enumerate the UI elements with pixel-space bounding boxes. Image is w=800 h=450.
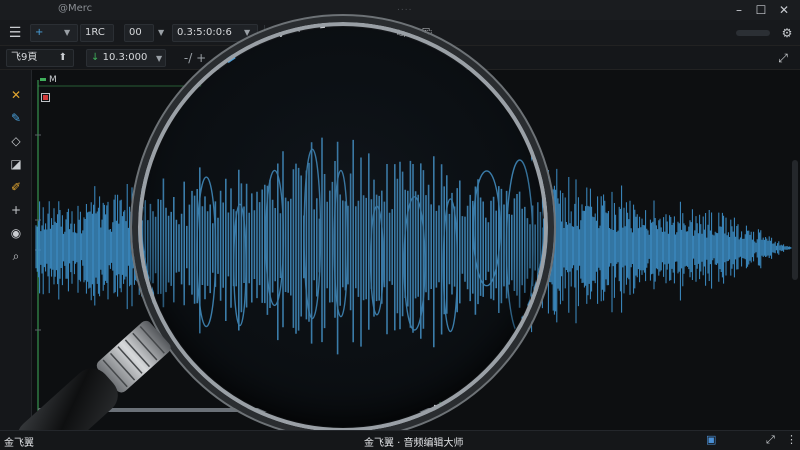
paste-icon[interactable]: ⎘: [418, 24, 436, 42]
maximize-button[interactable]: ☐: [752, 2, 770, 18]
copy-icon[interactable]: ⧉: [392, 24, 410, 42]
cursor-tool-label: +: [35, 27, 44, 38]
waveform-editor[interactable]: M: [32, 70, 800, 430]
close-button[interactable]: ✕: [775, 2, 793, 18]
tool-rail: ✕ ✎ ◇ ◪ ✐ + ◉ ⌕: [0, 70, 32, 430]
waveform-path: [35, 120, 792, 387]
title-bar: @Merc .... – ☐ ✕: [0, 0, 800, 20]
marker-icon[interactable]: ●: [222, 49, 240, 67]
track-select-label: 飞9頁: [11, 52, 38, 63]
waveform-trace: [35, 120, 792, 387]
more-icon[interactable]: ⋮: [786, 433, 797, 446]
expand-icon[interactable]: ⤢: [766, 433, 775, 447]
status-bar: 金飞翼 金飞翼 · 音频编辑大师 ▣ ⤢ ⋮: [0, 430, 800, 450]
fade-label: -/ +: [183, 51, 207, 65]
zoom-slider[interactable]: [736, 30, 770, 36]
status-left-text: 金飞翼: [4, 438, 34, 449]
position-field[interactable]: ↓ 10.3:000: [86, 49, 166, 67]
trim-icon[interactable]: ▚: [316, 24, 334, 42]
chevron-down-icon[interactable]: ▼: [64, 28, 70, 37]
timecode-label: 0.3:5:0:0:6: [177, 27, 232, 38]
fade-tool[interactable]: -/ +: [178, 49, 212, 67]
minimize-button[interactable]: –: [730, 2, 748, 18]
close-tool-icon[interactable]: ✕: [7, 86, 25, 104]
chevron-down-icon[interactable]: ▼: [156, 54, 162, 63]
chevron-down-icon[interactable]: ▼: [244, 28, 250, 37]
divider: [264, 25, 265, 41]
secondary-toolbar: 飞9頁 ⬆ ↓ 10.3:000 ▼ -/ + ● ⤢: [0, 46, 800, 70]
arrow-up-icon: ⬆: [58, 52, 67, 63]
search-icon[interactable]: ⌕: [7, 247, 25, 265]
pencil-icon[interactable]: ✐: [7, 178, 25, 196]
format-label: 1RC: [85, 27, 105, 38]
expand-icon[interactable]: ⤢: [774, 49, 792, 67]
ripple-icon[interactable]: ⋯: [340, 24, 358, 42]
flag-icon: ↓: [91, 52, 100, 63]
track-select[interactable]: 飞9頁 ⬆: [6, 49, 74, 67]
gear-icon[interactable]: ⚙: [778, 24, 796, 42]
brush-icon[interactable]: ✎: [7, 109, 25, 127]
crosshair-icon[interactable]: +: [7, 201, 25, 219]
split-icon[interactable]: ⊢: [294, 24, 312, 42]
horizontal-scrollbar[interactable]: [38, 408, 442, 412]
eraser-icon[interactable]: ◇: [7, 132, 25, 150]
drag-grip[interactable]: ....: [397, 3, 412, 13]
hamburger-icon[interactable]: ☰: [6, 24, 24, 42]
shape-icon[interactable]: ◪: [7, 155, 25, 173]
format-field[interactable]: 1RC: [80, 24, 114, 42]
scroll-icon[interactable]: ▣: [706, 433, 716, 446]
chevron-down-icon[interactable]: ▼: [158, 28, 164, 37]
playhead-marker[interactable]: [434, 404, 442, 416]
value-field[interactable]: 00: [124, 24, 154, 42]
status-center-text: 金飞翼 · 音频编辑大师: [364, 438, 464, 449]
position-label: 10.3:000: [102, 52, 148, 63]
record-icon[interactable]: ◉: [7, 224, 25, 242]
cursor-tool-select[interactable]: +: [30, 24, 78, 42]
checkmark-icon[interactable]: ∨: [272, 24, 290, 42]
waveform-display: [35, 80, 798, 420]
app-title: @Merc: [58, 3, 93, 14]
vertical-scrollbar[interactable]: [792, 160, 798, 280]
value-label: 00: [129, 27, 142, 38]
main-toolbar: ☰ + ▼ 1RC 00 ▼ 0.3:5:0:0:6 ▼ ∨ ⊢ ▚ ⋯ ⧉ ⎘…: [0, 20, 800, 46]
